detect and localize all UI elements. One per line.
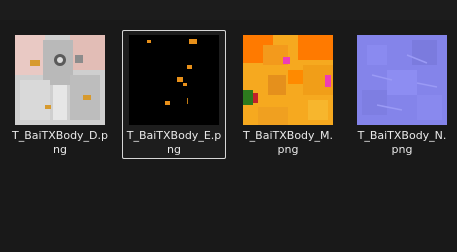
file-item-normal[interactable]: T_BaiTXBody_N. png: [350, 30, 454, 159]
file-item-diffuse[interactable]: T_BaiTXBody_D.p ng: [8, 30, 112, 159]
file-name-line-1: T_BaiTXBody_M.: [242, 129, 334, 142]
top-bar: [0, 0, 457, 20]
file-name-line-1: T_BaiTXBody_N.: [357, 129, 447, 142]
file-name: T_BaiTXBody_N. png: [351, 129, 453, 157]
normal-map-thumbnail: [357, 35, 447, 125]
file-item-emissive[interactable]: T_BaiTXBody_E.p ng: [122, 30, 226, 159]
file-name-line-1: T_BaiTXBody_E.p: [126, 129, 222, 142]
file-name: T_BaiTXBody_D.p ng: [9, 129, 111, 157]
file-name: T_BaiTXBody_M. png: [237, 129, 339, 157]
file-name-line-2: ng: [167, 143, 181, 156]
mask-texture-thumbnail: [243, 35, 333, 125]
file-name: T_BaiTXBody_E.p ng: [123, 129, 225, 157]
diffuse-texture-thumbnail: [15, 35, 105, 125]
emissive-texture-thumbnail: [129, 35, 219, 125]
file-name-line-2: png: [277, 143, 299, 156]
file-name-line-2: png: [391, 143, 413, 156]
file-name-line-2: ng: [53, 143, 67, 156]
file-explorer-view: T_BaiTXBody_D.p ng T_BaiTXBody_E.p ng T_…: [0, 0, 457, 252]
file-item-mask[interactable]: T_BaiTXBody_M. png: [236, 30, 340, 159]
file-name-line-1: T_BaiTXBody_D.p: [11, 129, 109, 142]
